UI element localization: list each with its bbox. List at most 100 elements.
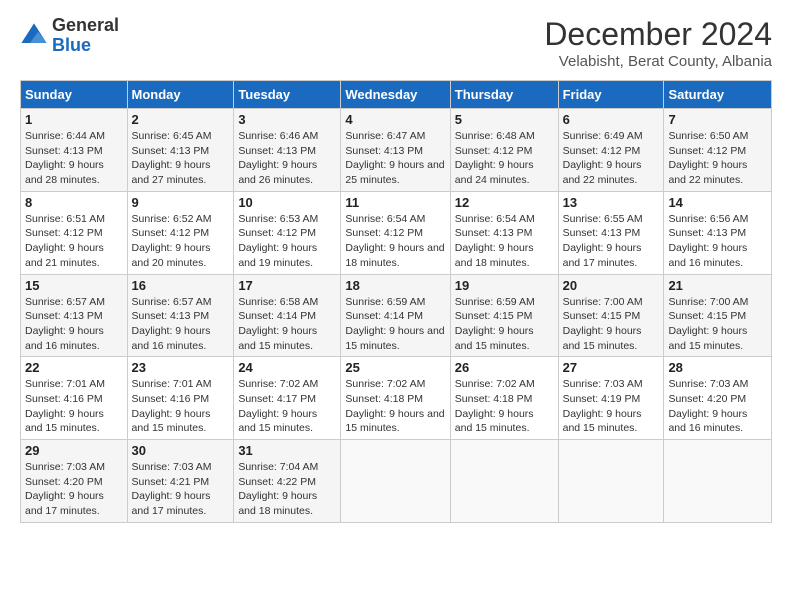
day-number: 5: [455, 112, 554, 127]
day-detail: Sunrise: 7:03 AMSunset: 4:21 PMDaylight:…: [132, 460, 230, 519]
day-detail: Sunrise: 6:58 AMSunset: 4:14 PMDaylight:…: [238, 295, 336, 354]
main-title: December 2024: [544, 16, 772, 53]
calendar-week-2: 8 Sunrise: 6:51 AMSunset: 4:12 PMDaylight…: [21, 191, 772, 274]
day-detail: Sunrise: 6:50 AMSunset: 4:12 PMDaylight:…: [668, 129, 767, 188]
calendar-header-friday: Friday: [558, 81, 664, 109]
calendar-cell: 8 Sunrise: 6:51 AMSunset: 4:12 PMDaylight…: [21, 191, 128, 274]
day-detail: Sunrise: 7:01 AMSunset: 4:16 PMDaylight:…: [25, 377, 123, 436]
day-detail: Sunrise: 6:57 AMSunset: 4:13 PMDaylight:…: [25, 295, 123, 354]
day-number: 2: [132, 112, 230, 127]
day-detail: Sunrise: 6:56 AMSunset: 4:13 PMDaylight:…: [668, 212, 767, 271]
subtitle: Velabisht, Berat County, Albania: [544, 53, 772, 70]
calendar-week-4: 22Sunrise: 7:01 AMSunset: 4:16 PMDayligh…: [21, 357, 772, 440]
day-number: 1: [25, 112, 123, 127]
day-number: 4: [345, 112, 445, 127]
day-detail: Sunrise: 6:48 AMSunset: 4:12 PMDaylight:…: [455, 129, 554, 188]
calendar-header-saturday: Saturday: [664, 81, 772, 109]
day-number: 27: [563, 360, 660, 375]
calendar-cell: 16 Sunrise: 6:57 AMSunset: 4:13 PMDayligh…: [127, 274, 234, 357]
day-number: 8: [25, 195, 123, 210]
calendar-cell: 6Sunrise: 6:49 AMSunset: 4:12 PMDaylight…: [558, 109, 664, 192]
logo-text: General Blue: [52, 16, 119, 56]
day-number: 30: [132, 443, 230, 458]
day-number: 25: [345, 360, 445, 375]
calendar-cell: 27 Sunrise: 7:03 AMSunset: 4:19 PMDayligh…: [558, 357, 664, 440]
day-detail: Sunrise: 6:59 AMSunset: 4:15 PMDaylight:…: [455, 295, 554, 354]
calendar-cell: 21 Sunrise: 7:00 AMSunset: 4:15 PMDayligh…: [664, 274, 772, 357]
logo-general: General: [52, 16, 119, 36]
calendar-header-row: SundayMondayTuesdayWednesdayThursdayFrid…: [21, 81, 772, 109]
day-number: 18: [345, 278, 445, 293]
calendar-cell: [664, 440, 772, 523]
day-detail: Sunrise: 6:55 AMSunset: 4:13 PMDaylight:…: [563, 212, 660, 271]
day-detail: Sunrise: 6:45 AMSunset: 4:13 PMDaylight:…: [132, 129, 230, 188]
day-detail: Sunrise: 6:52 AMSunset: 4:12 PMDaylight:…: [132, 212, 230, 271]
calendar-cell: 12 Sunrise: 6:54 AMSunset: 4:13 PMDayligh…: [450, 191, 558, 274]
day-detail: Sunrise: 6:44 AMSunset: 4:13 PMDaylight:…: [25, 129, 123, 188]
calendar-cell: 17Sunrise: 6:58 AMSunset: 4:14 PMDayligh…: [234, 274, 341, 357]
calendar-cell: 28 Sunrise: 7:03 AMSunset: 4:20 PMDayligh…: [664, 357, 772, 440]
calendar-cell: 19 Sunrise: 6:59 AMSunset: 4:15 PMDayligh…: [450, 274, 558, 357]
calendar-header-monday: Monday: [127, 81, 234, 109]
page: General Blue December 2024 Velabisht, Be…: [0, 0, 792, 533]
day-detail: Sunrise: 6:59 AMSunset: 4:14 PMDaylight:…: [345, 295, 445, 354]
calendar-cell: 7Sunrise: 6:50 AMSunset: 4:12 PMDaylight…: [664, 109, 772, 192]
calendar-cell: 25Sunrise: 7:02 AMSunset: 4:18 PMDayligh…: [341, 357, 450, 440]
day-number: 15: [25, 278, 123, 293]
day-number: 26: [455, 360, 554, 375]
day-detail: Sunrise: 6:51 AMSunset: 4:12 PMDaylight:…: [25, 212, 123, 271]
day-detail: Sunrise: 6:57 AMSunset: 4:13 PMDaylight:…: [132, 295, 230, 354]
calendar-cell: 18 Sunrise: 6:59 AMSunset: 4:14 PMDayligh…: [341, 274, 450, 357]
day-number: 11: [345, 195, 445, 210]
calendar-cell: 15 Sunrise: 6:57 AMSunset: 4:13 PMDayligh…: [21, 274, 128, 357]
day-detail: Sunrise: 6:54 AMSunset: 4:13 PMDaylight:…: [455, 212, 554, 271]
day-detail: Sunrise: 7:00 AMSunset: 4:15 PMDaylight:…: [668, 295, 767, 354]
calendar-cell: 30 Sunrise: 7:03 AMSunset: 4:21 PMDayligh…: [127, 440, 234, 523]
header: General Blue December 2024 Velabisht, Be…: [20, 16, 772, 70]
day-number: 24: [238, 360, 336, 375]
calendar-cell: 13 Sunrise: 6:55 AMSunset: 4:13 PMDayligh…: [558, 191, 664, 274]
calendar-table: SundayMondayTuesdayWednesdayThursdayFrid…: [20, 80, 772, 523]
day-detail: Sunrise: 7:01 AMSunset: 4:16 PMDaylight:…: [132, 377, 230, 436]
day-detail: Sunrise: 6:53 AMSunset: 4:12 PMDaylight:…: [238, 212, 336, 271]
day-detail: Sunrise: 6:46 AMSunset: 4:13 PMDaylight:…: [238, 129, 336, 188]
day-detail: Sunrise: 7:03 AMSunset: 4:20 PMDaylight:…: [25, 460, 123, 519]
day-detail: Sunrise: 7:03 AMSunset: 4:19 PMDaylight:…: [563, 377, 660, 436]
calendar-cell: 11 Sunrise: 6:54 AMSunset: 4:12 PMDayligh…: [341, 191, 450, 274]
logo-icon: [20, 22, 48, 50]
day-detail: Sunrise: 7:02 AMSunset: 4:18 PMDaylight:…: [455, 377, 554, 436]
day-detail: Sunrise: 7:03 AMSunset: 4:20 PMDaylight:…: [668, 377, 767, 436]
day-detail: Sunrise: 7:04 AMSunset: 4:22 PMDaylight:…: [238, 460, 336, 519]
day-detail: Sunrise: 7:00 AMSunset: 4:15 PMDaylight:…: [563, 295, 660, 354]
day-number: 21: [668, 278, 767, 293]
calendar-cell: 5 Sunrise: 6:48 AMSunset: 4:12 PMDaylight…: [450, 109, 558, 192]
calendar-cell: [558, 440, 664, 523]
day-number: 23: [132, 360, 230, 375]
day-number: 19: [455, 278, 554, 293]
day-number: 28: [668, 360, 767, 375]
logo-blue: Blue: [52, 36, 119, 56]
day-detail: Sunrise: 6:49 AMSunset: 4:12 PMDaylight:…: [563, 129, 660, 188]
calendar-cell: [450, 440, 558, 523]
day-number: 9: [132, 195, 230, 210]
calendar-cell: 4Sunrise: 6:47 AMSunset: 4:13 PMDaylight…: [341, 109, 450, 192]
calendar-week-1: 1 Sunrise: 6:44 AMSunset: 4:13 PMDaylight…: [21, 109, 772, 192]
calendar-cell: 31 Sunrise: 7:04 AMSunset: 4:22 PMDayligh…: [234, 440, 341, 523]
calendar-cell: 29 Sunrise: 7:03 AMSunset: 4:20 PMDayligh…: [21, 440, 128, 523]
calendar-cell: 20Sunrise: 7:00 AMSunset: 4:15 PMDayligh…: [558, 274, 664, 357]
calendar-header-tuesday: Tuesday: [234, 81, 341, 109]
calendar-week-5: 29 Sunrise: 7:03 AMSunset: 4:20 PMDayligh…: [21, 440, 772, 523]
day-number: 13: [563, 195, 660, 210]
day-detail: Sunrise: 6:54 AMSunset: 4:12 PMDaylight:…: [345, 212, 445, 271]
calendar-header-wednesday: Wednesday: [341, 81, 450, 109]
day-number: 10: [238, 195, 336, 210]
day-number: 29: [25, 443, 123, 458]
calendar-cell: 2 Sunrise: 6:45 AMSunset: 4:13 PMDaylight…: [127, 109, 234, 192]
calendar-cell: 24Sunrise: 7:02 AMSunset: 4:17 PMDayligh…: [234, 357, 341, 440]
calendar-header-sunday: Sunday: [21, 81, 128, 109]
day-number: 16: [132, 278, 230, 293]
day-number: 12: [455, 195, 554, 210]
calendar-cell: 1 Sunrise: 6:44 AMSunset: 4:13 PMDaylight…: [21, 109, 128, 192]
day-number: 31: [238, 443, 336, 458]
calendar-week-3: 15 Sunrise: 6:57 AMSunset: 4:13 PMDayligh…: [21, 274, 772, 357]
